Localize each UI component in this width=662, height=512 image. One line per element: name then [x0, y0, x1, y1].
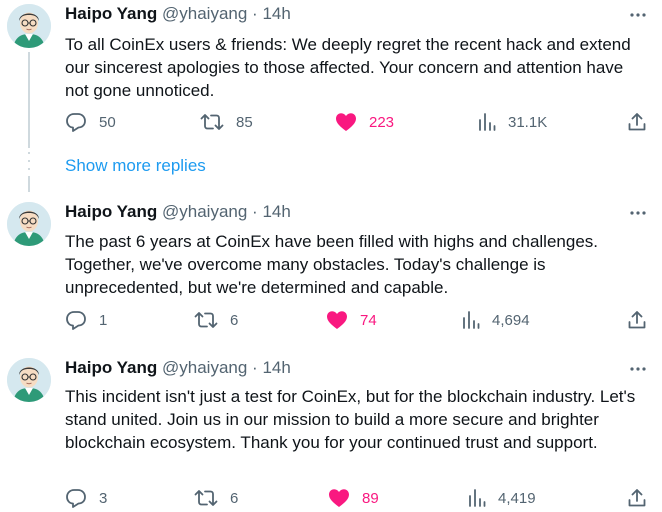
author-name[interactable]: Haipo Yang: [65, 202, 157, 221]
author-handle[interactable]: @yhaiyang: [162, 358, 247, 377]
author-handle[interactable]: @yhaiyang: [162, 202, 247, 221]
view-count: 4,694: [492, 311, 530, 329]
heart-icon: [335, 112, 357, 132]
thread-line: [28, 176, 30, 192]
tweet-text: This incident isn't just a test for Coin…: [65, 387, 636, 452]
action-bar: 50 85 223 31.1K: [65, 112, 650, 132]
reply-icon: [65, 488, 87, 508]
author-name[interactable]: Haipo Yang: [65, 358, 157, 377]
tweet-header: Haipo Yang @yhaiyang · 14h: [65, 4, 291, 24]
more-options-icon[interactable]: [628, 203, 648, 223]
view-count: 31.1K: [508, 113, 548, 131]
show-more-replies-link[interactable]: Show more replies: [65, 156, 206, 176]
analytics-icon: [468, 488, 486, 508]
thread-dots: [28, 152, 30, 176]
retweet-button[interactable]: 6: [194, 310, 238, 330]
heart-icon: [326, 310, 348, 330]
tweet-text: The past 6 years at CoinEx have been fil…: [65, 232, 598, 297]
tweet-header: Haipo Yang @yhaiyang · 14h: [65, 358, 291, 378]
reply-icon: [65, 310, 87, 330]
reply-button[interactable]: 3: [65, 488, 107, 508]
share-button[interactable]: [627, 310, 647, 330]
share-icon: [627, 488, 647, 508]
like-count: 223: [369, 113, 395, 131]
like-count: 74: [360, 311, 377, 329]
analytics-icon: [462, 310, 480, 330]
tweet-header: Haipo Yang @yhaiyang · 14h: [65, 202, 291, 222]
like-button[interactable]: 74: [326, 310, 377, 330]
view-count: 4,419: [498, 489, 536, 507]
reply-button[interactable]: 1: [65, 310, 107, 330]
heart-icon: [328, 488, 350, 508]
retweet-count: 6: [230, 489, 239, 507]
reply-count: 3: [99, 489, 108, 507]
share-icon: [627, 112, 647, 132]
reply-count: 50: [99, 113, 116, 131]
retweet-button[interactable]: 6: [194, 488, 238, 508]
views-button[interactable]: 4,419: [468, 488, 536, 508]
author-name[interactable]: Haipo Yang: [65, 4, 157, 23]
retweet-count: 85: [236, 113, 253, 131]
timestamp[interactable]: 14h: [262, 358, 290, 377]
separator: ·: [252, 358, 258, 377]
reply-count: 1: [99, 311, 108, 329]
more-options-icon[interactable]: [628, 5, 648, 25]
retweet-icon: [200, 112, 224, 132]
share-button[interactable]: [627, 488, 647, 508]
avatar[interactable]: [7, 4, 51, 48]
analytics-icon: [478, 112, 496, 132]
retweet-button[interactable]: 85: [200, 112, 253, 132]
timestamp[interactable]: 14h: [262, 202, 290, 221]
like-count: 89: [362, 489, 379, 507]
more-options-icon[interactable]: [628, 359, 648, 379]
timestamp[interactable]: 14h: [262, 4, 290, 23]
thread-line: [28, 52, 30, 148]
reply-button[interactable]: 50: [65, 112, 116, 132]
author-handle[interactable]: @yhaiyang: [162, 4, 247, 23]
action-bar: 3 6 89 4,419: [65, 488, 650, 508]
views-button[interactable]: 4,694: [462, 310, 530, 330]
retweet-icon: [194, 310, 218, 330]
separator: ·: [252, 4, 258, 23]
retweet-count: 6: [230, 311, 239, 329]
share-icon: [627, 310, 647, 330]
views-button[interactable]: 31.1K: [478, 112, 547, 132]
like-button[interactable]: 223: [335, 112, 394, 132]
action-bar: 1 6 74 4,694: [65, 310, 650, 330]
share-button[interactable]: [627, 112, 647, 132]
avatar[interactable]: [7, 358, 51, 402]
avatar[interactable]: [7, 202, 51, 246]
tweet-text: To all CoinEx users & friends: We deeply…: [65, 35, 631, 100]
separator: ·: [252, 202, 258, 221]
like-button[interactable]: 89: [328, 488, 379, 508]
retweet-icon: [194, 488, 218, 508]
reply-icon: [65, 112, 87, 132]
